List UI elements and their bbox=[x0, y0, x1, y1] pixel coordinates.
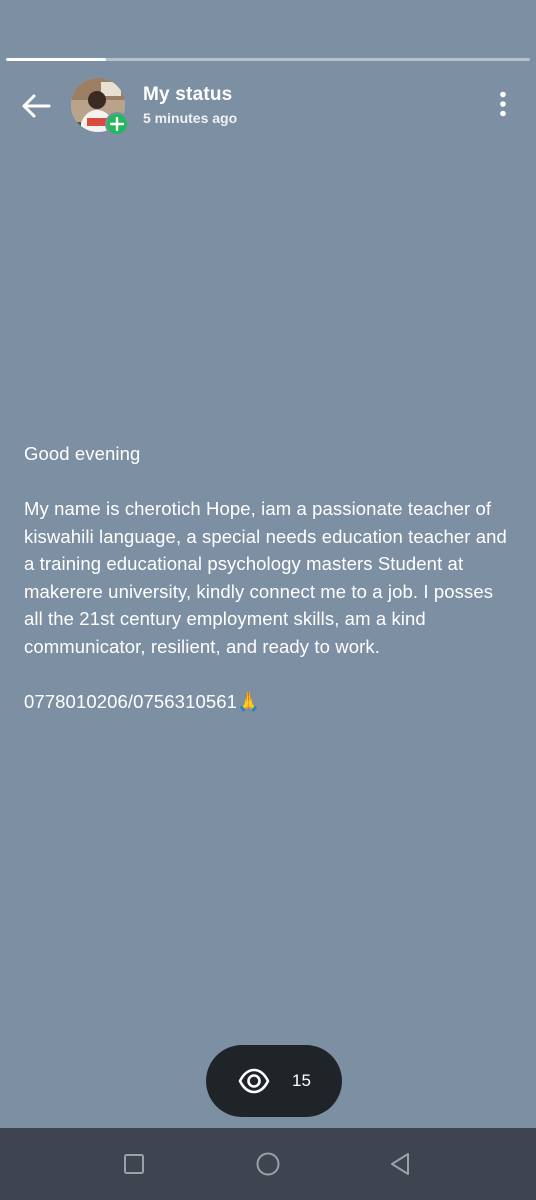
views-count: 15 bbox=[292, 1071, 311, 1090]
status-text: Good evening My name is cherotich Hope, … bbox=[24, 443, 507, 712]
home-button[interactable] bbox=[252, 1148, 284, 1180]
back-arrow-icon bbox=[22, 94, 51, 118]
back-button[interactable] bbox=[14, 84, 58, 128]
status-progress-bar bbox=[6, 58, 530, 61]
status-owner-title: My status bbox=[143, 84, 233, 105]
status-timestamp: 5 minutes ago bbox=[143, 110, 238, 126]
triangle-back-icon bbox=[391, 1153, 409, 1175]
add-status-badge[interactable] bbox=[105, 112, 129, 136]
status-progress-fill bbox=[6, 58, 106, 61]
circle-icon bbox=[256, 1152, 280, 1176]
recents-button[interactable] bbox=[118, 1148, 150, 1180]
more-options-button[interactable] bbox=[484, 84, 522, 124]
system-back-button[interactable] bbox=[384, 1148, 416, 1180]
eye-icon bbox=[238, 1068, 270, 1094]
plus-icon bbox=[110, 117, 124, 131]
avatar[interactable] bbox=[71, 78, 129, 136]
system-navigation-bar bbox=[0, 1128, 536, 1200]
more-vert-icon bbox=[500, 91, 506, 117]
views-button[interactable]: 15 bbox=[206, 1045, 342, 1117]
square-icon bbox=[124, 1154, 144, 1174]
